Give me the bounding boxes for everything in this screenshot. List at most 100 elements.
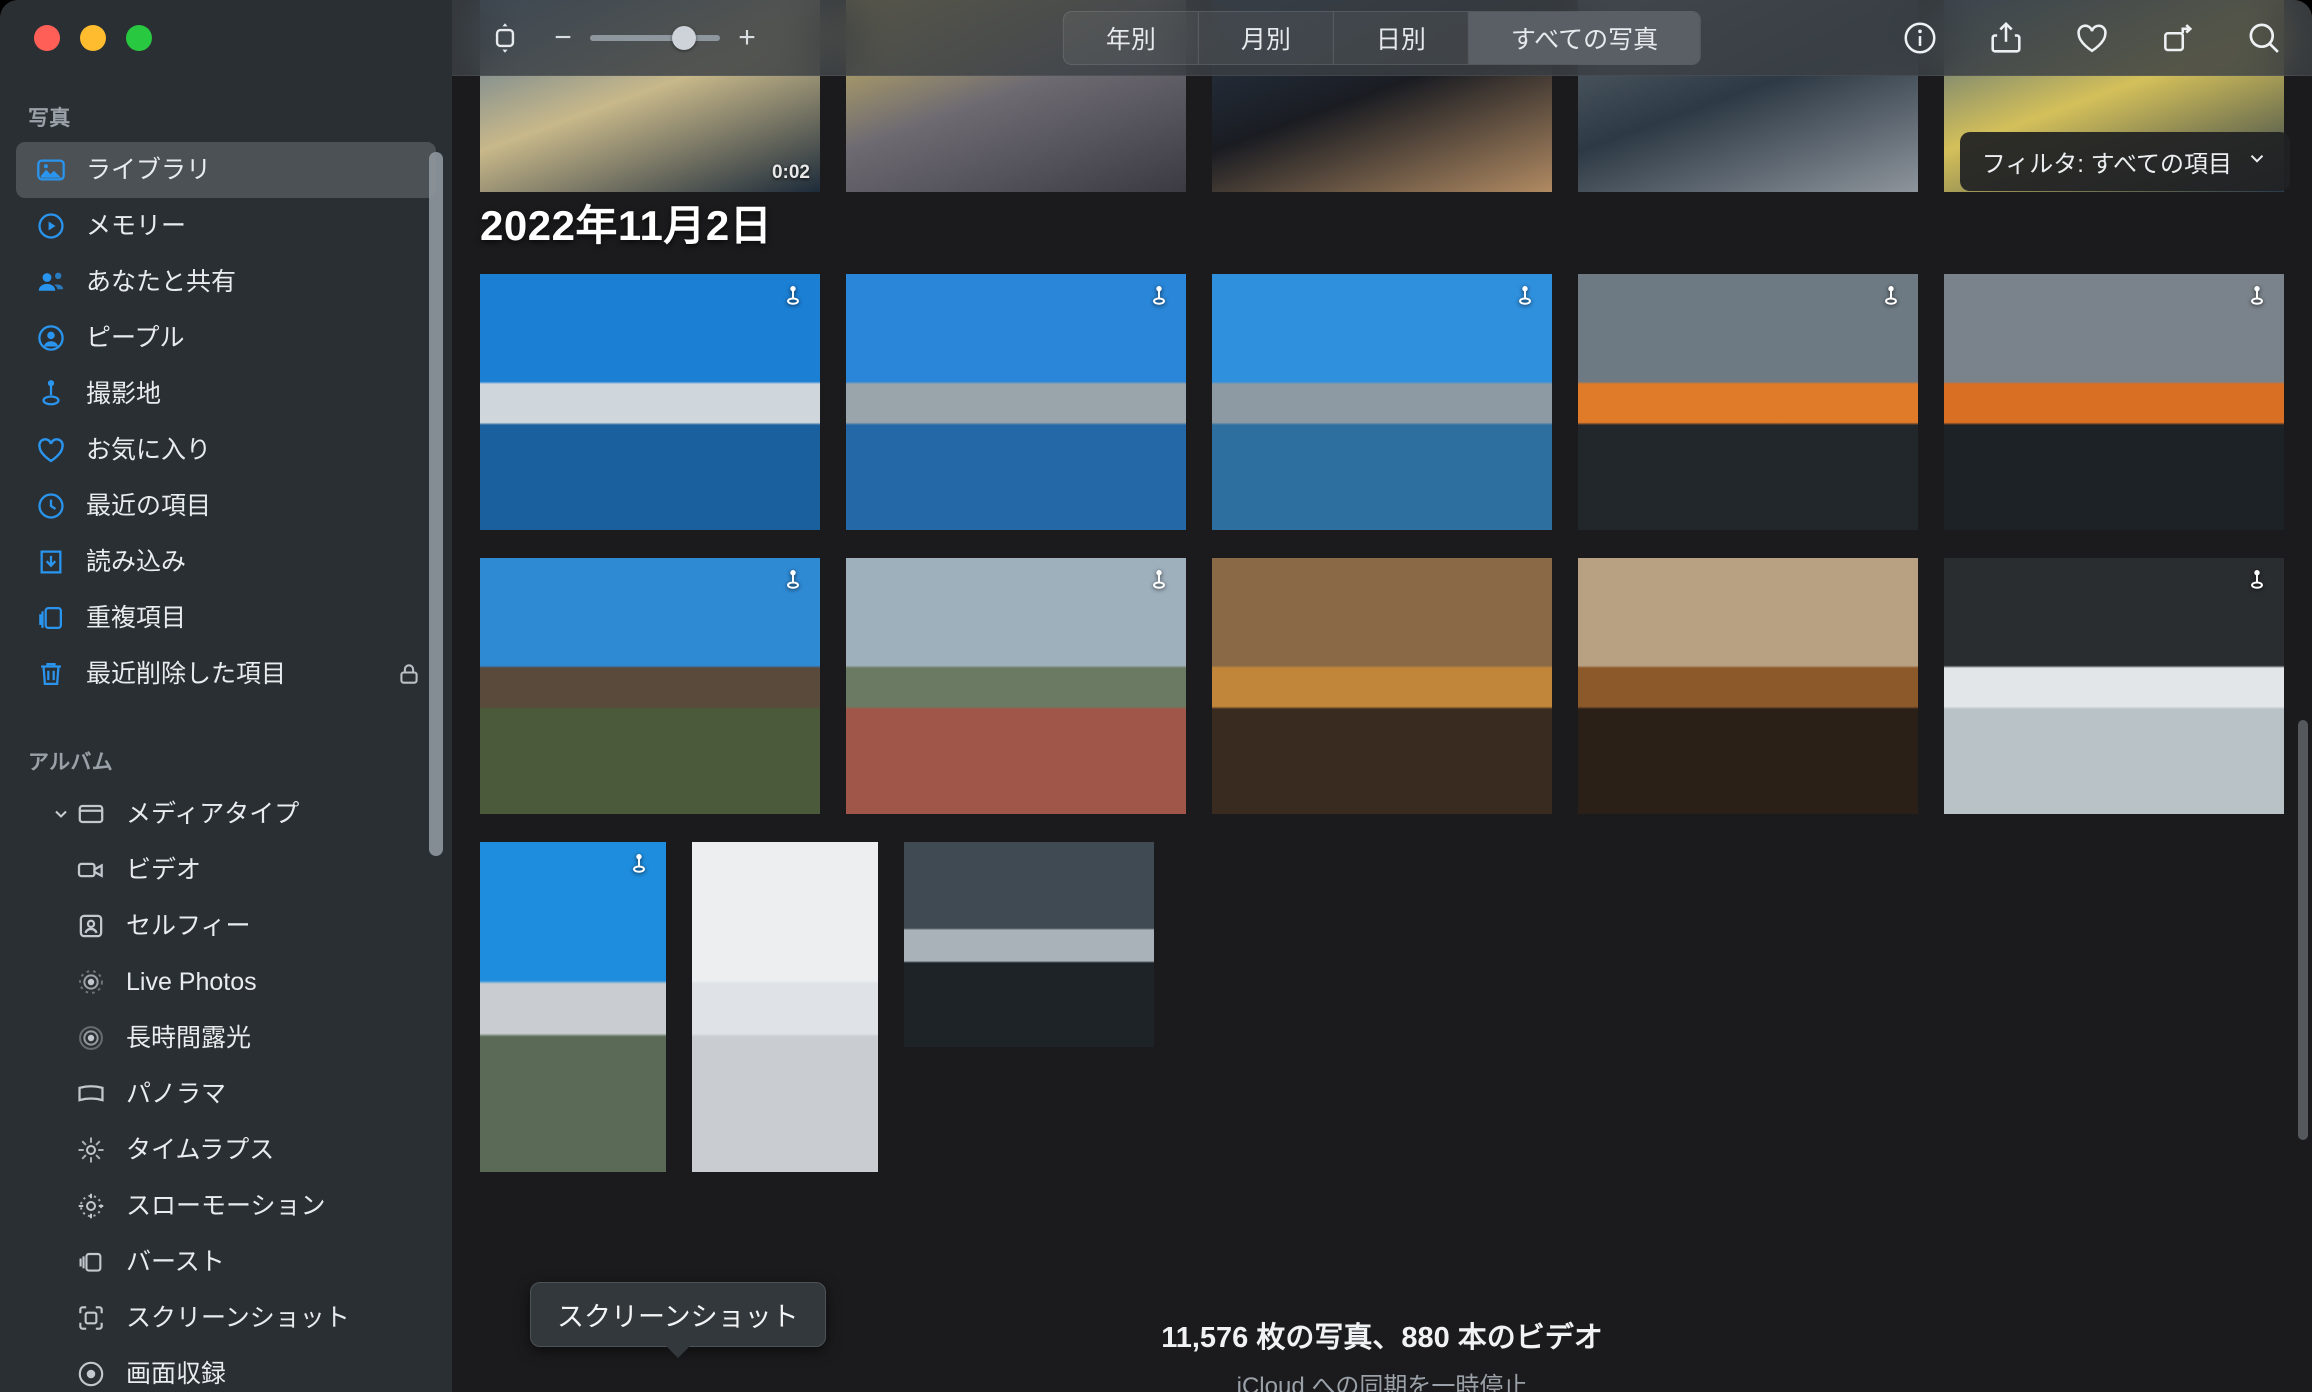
- close-button[interactable]: [34, 25, 60, 51]
- sidebar-item-screen-recordings[interactable]: 画面収録: [16, 1346, 436, 1392]
- chevron-down-icon: [2246, 147, 2268, 176]
- sidebar-item-people[interactable]: ピープル: [16, 310, 436, 366]
- long-exposure-icon: [74, 1021, 108, 1055]
- live-photo-icon: [74, 965, 108, 999]
- photo-row-3: [480, 842, 2312, 1172]
- location-pin-icon: [626, 852, 652, 886]
- photo-tile-messages-screenshot[interactable]: [692, 842, 878, 1172]
- sidebar-item-imports[interactable]: 読み込み: [16, 534, 436, 590]
- sidebar-item-label: メモリー: [86, 211, 187, 240]
- sidebar-item-panoramas[interactable]: パノラマ: [16, 1066, 436, 1122]
- people-icon: [34, 321, 68, 355]
- library-status-footer: 11,576 枚の写真、880 本のビデオ iCloud への同期を一時停止: [452, 1306, 2312, 1392]
- photo-tile-kitchen-counter[interactable]: [904, 842, 1154, 1047]
- search-icon[interactable]: [2242, 16, 2286, 60]
- photo-tile-marine-tower[interactable]: [1212, 274, 1552, 530]
- photo-tile-store-counter-45[interactable]: [1944, 558, 2284, 814]
- panorama-icon: [74, 1077, 108, 1111]
- sidebar-item-shared-with-you[interactable]: あなたと共有: [16, 254, 436, 310]
- thumbnail-size-slider-group: − +: [552, 23, 758, 53]
- zoom-in-icon[interactable]: +: [736, 23, 758, 53]
- screen-recording-icon: [74, 1357, 108, 1391]
- sidebar-scrollbar[interactable]: [429, 152, 443, 856]
- zoom-out-icon[interactable]: −: [552, 23, 574, 53]
- minimize-button[interactable]: [80, 25, 106, 51]
- shared-with-you-icon: [34, 265, 68, 299]
- timelapse-icon: [74, 1133, 108, 1167]
- sidebar-item-slow-motion[interactable]: スローモーション: [16, 1178, 436, 1234]
- selfie-icon: [74, 909, 108, 943]
- places-pin-icon: [34, 377, 68, 411]
- sidebar-scroll-area[interactable]: 写真 ライブラリ メモリー あなたと共有 ピープル 撮影地 お気に入り 最近の項…: [0, 0, 452, 1392]
- favorite-heart-icon[interactable]: [2070, 16, 2114, 60]
- slider-knob[interactable]: [672, 26, 696, 50]
- tab-all-photos[interactable]: すべての写真: [1468, 12, 1701, 64]
- favorites-heart-icon: [34, 433, 68, 467]
- sidebar-item-label: 最近の項目: [86, 491, 212, 520]
- slow-motion-icon: [74, 1189, 108, 1223]
- sidebar-item-places[interactable]: 撮影地: [16, 366, 436, 422]
- sidebar-item-recently-deleted[interactable]: 最近削除した項目: [16, 646, 436, 702]
- sidebar-item-timelapse[interactable]: タイムラプス: [16, 1122, 436, 1178]
- tab-days[interactable]: 日別: [1334, 12, 1469, 64]
- photo-tile-bus-interior-1[interactable]: [1578, 274, 1918, 530]
- view-mode-segmented-control: 年別 月別 日別 すべての写真: [1062, 11, 1702, 65]
- sidebar-item-label: 撮影地: [86, 379, 162, 408]
- sidebar-item-bursts[interactable]: バースト: [16, 1234, 436, 1290]
- photo-tile-ramen-bowl[interactable]: [1578, 558, 1918, 814]
- imports-icon: [34, 545, 68, 579]
- sidebar-item-media-types[interactable]: メディアタイプ: [16, 786, 436, 842]
- chevron-down-icon[interactable]: [50, 803, 72, 825]
- burst-icon: [74, 1245, 108, 1279]
- sidebar-item-live-photos[interactable]: Live Photos: [16, 954, 436, 1010]
- sidebar-item-label: Live Photos: [126, 967, 257, 996]
- sidebar-item-duplicates[interactable]: 重複項目: [16, 590, 436, 646]
- photo-tile-palm-street[interactable]: [480, 842, 666, 1172]
- photo-tile-plaza-walkway[interactable]: [846, 558, 1186, 814]
- sidebar-item-memories[interactable]: メモリー: [16, 198, 436, 254]
- photo-tile-bus-interior-2[interactable]: [1944, 274, 2284, 530]
- recents-clock-icon: [34, 489, 68, 523]
- share-icon[interactable]: [1984, 16, 2028, 60]
- photos-app-window: 写真 ライブラリ メモリー あなたと共有 ピープル 撮影地 お気に入り 最近の項…: [0, 0, 2312, 1392]
- filter-dropdown-button[interactable]: フィルタ: すべての項目: [1959, 132, 2290, 191]
- sidebar-item-label: パノラマ: [126, 1079, 227, 1108]
- icloud-sync-status: iCloud への同期を一時停止: [1236, 1373, 1528, 1392]
- sidebar-item-library[interactable]: ライブラリ: [16, 142, 436, 198]
- photo-row-2: [480, 558, 2312, 814]
- video-camera-icon: [74, 853, 108, 887]
- sidebar-item-favorites[interactable]: お気に入り: [16, 422, 436, 478]
- lock-icon: [396, 661, 422, 687]
- filter-label: フィルタ: すべての項目: [1981, 151, 2232, 178]
- sidebar-item-label: ビデオ: [126, 855, 202, 884]
- location-pin-icon: [2244, 284, 2270, 318]
- sidebar-item-recents[interactable]: 最近の項目: [16, 478, 436, 534]
- sidebar-item-label: 重複項目: [86, 603, 187, 632]
- toolbar-left-group: − +: [452, 15, 758, 61]
- sidebar-item-label: スローモーション: [126, 1191, 326, 1220]
- sidebar-item-label: 読み込み: [86, 547, 187, 576]
- sidebar-item-long-exposure[interactable]: 長時間露光: [16, 1010, 436, 1066]
- photo-grid-content: 0:02 2022年11月2日 フィルタ: すべての項目: [452, 0, 2312, 1392]
- thumbnail-size-slider[interactable]: [590, 26, 720, 50]
- zoom-button[interactable]: [126, 25, 152, 51]
- photo-tile-warehouse-road[interactable]: [480, 558, 820, 814]
- sidebar-item-screenshots[interactable]: スクリーンショット: [16, 1290, 436, 1346]
- media-types-folder-icon: [74, 797, 108, 831]
- tab-months[interactable]: 月別: [1199, 12, 1334, 64]
- photo-tile-bay-buildings[interactable]: [846, 274, 1186, 530]
- content-scrollbar[interactable]: [2298, 720, 2308, 1140]
- sidebar-item-videos[interactable]: ビデオ: [16, 842, 436, 898]
- location-pin-icon: [1512, 284, 1538, 318]
- photo-tile-food-hall[interactable]: [1212, 558, 1552, 814]
- photo-tile-harbor-skyline[interactable]: [480, 274, 820, 530]
- location-pin-icon: [1878, 284, 1904, 318]
- sidebar-item-label: ライブラリ: [86, 155, 212, 184]
- zoom-to-fit-icon[interactable]: [482, 15, 528, 61]
- sidebar-item-label: 最近削除した項目: [86, 659, 287, 688]
- sidebar-item-selfies[interactable]: セルフィー: [16, 898, 436, 954]
- tab-years[interactable]: 年別: [1064, 12, 1199, 64]
- sidebar-item-label: ピープル: [86, 323, 185, 352]
- info-icon[interactable]: [1898, 16, 1942, 60]
- rotate-icon[interactable]: [2156, 16, 2200, 60]
